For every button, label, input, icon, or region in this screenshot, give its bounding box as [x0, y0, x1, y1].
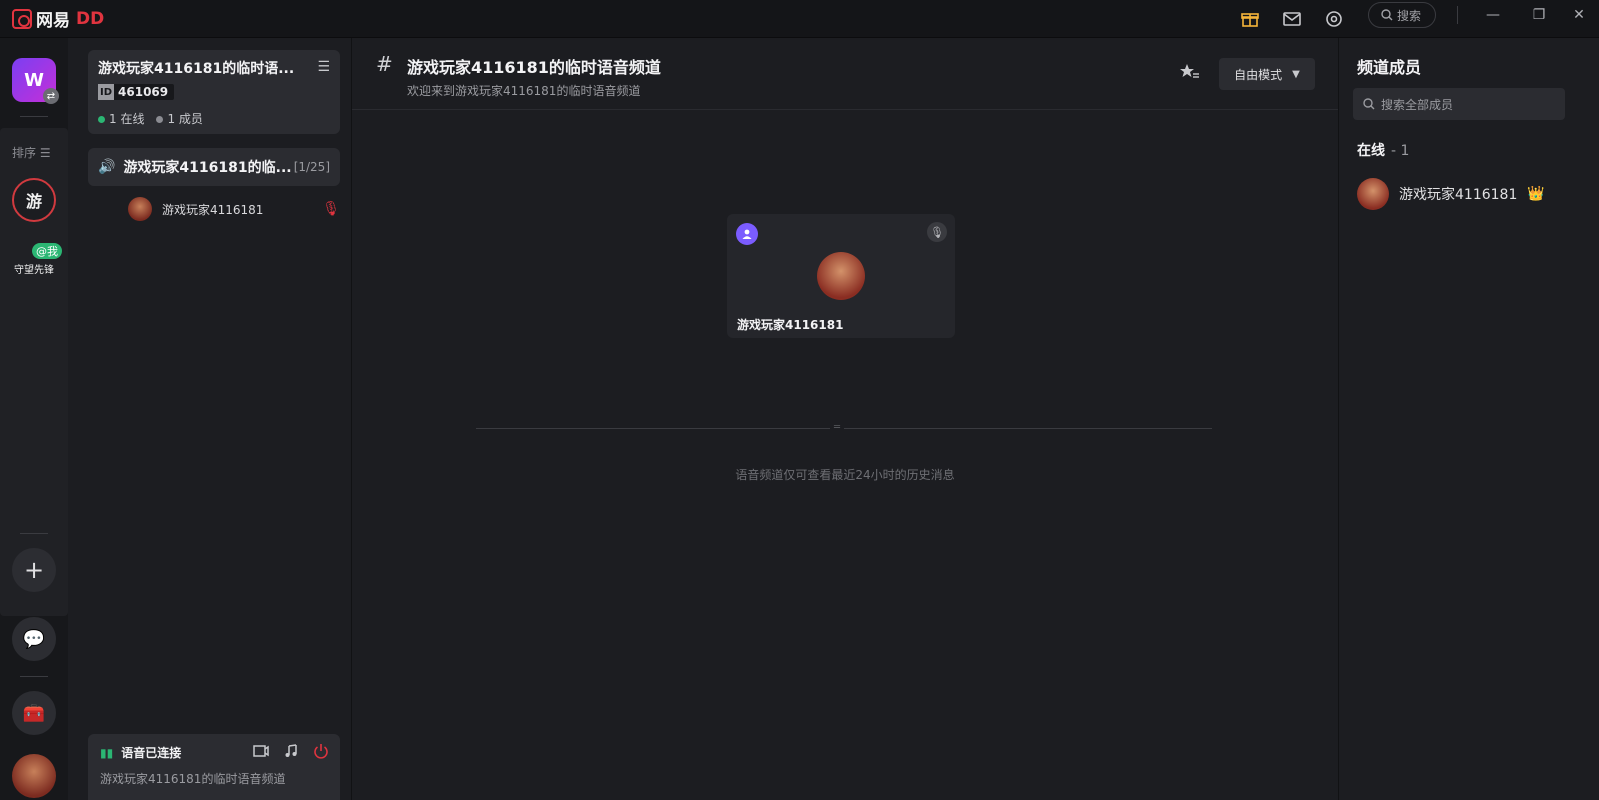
menu-icon[interactable]: ☰: [317, 59, 330, 75]
voice-user-name: 游戏玩家4116181: [162, 202, 264, 217]
member-panel: 频道成员 搜索全部成员 在线 - 1 游戏玩家4116181 👑: [1338, 38, 1599, 800]
close-button[interactable]: ✕: [1559, 0, 1599, 30]
guild-id: ID 461069: [98, 84, 175, 100]
online-section-header: 在线 - 1: [1357, 140, 1409, 160]
history-note: 语音频道仅可查看最近24小时的历史消息: [735, 468, 955, 482]
server-you[interactable]: 游: [12, 178, 56, 222]
voice-user-card[interactable]: 🎙 游戏玩家4116181: [727, 214, 955, 338]
main-content: # 游戏玩家4116181的临时语音频道 欢迎来到游戏玩家4116181的临时语…: [352, 38, 1338, 800]
member-stat: 1 成员: [156, 110, 203, 127]
gift-icon[interactable]: [1238, 7, 1262, 31]
app-brand: 网易 DD: [12, 6, 104, 31]
member-list-item[interactable]: 游戏玩家4116181 👑: [1357, 178, 1545, 210]
voice-channel-count: [1/25]: [293, 160, 330, 174]
speaker-icon: 🔊: [98, 159, 116, 175]
search-label: 搜索: [1397, 8, 1422, 23]
switch-icon[interactable]: ⇄: [43, 88, 59, 104]
member-panel-title: 频道成员: [1357, 58, 1422, 77]
user-avatar[interactable]: [12, 754, 56, 798]
overwatch-caption: 守望先锋: [14, 264, 54, 276]
guild-header[interactable]: 游戏玩家4116181的临时语... ☰ ID 461069 1 在线 1 成员: [88, 50, 340, 134]
guild-id-value: 461069: [118, 85, 169, 99]
search-icon: [1381, 9, 1393, 21]
mode-select[interactable]: 自由模式 ▼: [1219, 58, 1315, 90]
sort-label: 排序: [12, 146, 37, 160]
rail-divider: [20, 533, 48, 534]
crown-icon: 👑: [1527, 186, 1545, 202]
voice-status-channel: 游戏玩家4116181的临时语音频道: [100, 772, 286, 786]
member-search-input[interactable]: 搜索全部成员: [1353, 88, 1565, 120]
mic-muted-icon[interactable]: 🎙: [927, 222, 947, 242]
settings-icon[interactable]: [1322, 7, 1346, 31]
sort-button[interactable]: 排序 ☰: [12, 144, 51, 161]
page-subtitle: 欢迎来到游戏玩家4116181的临时语音频道: [407, 84, 641, 98]
card-user-name: 游戏玩家4116181: [737, 318, 844, 332]
avatar: [817, 252, 865, 300]
disconnect-icon[interactable]: [312, 742, 330, 760]
caret-down-icon: ▼: [1292, 68, 1300, 80]
user-role-icon: [736, 223, 758, 245]
server-rail: W ⇄ 排序 ☰ 游 守望先锋 @我 + 💬 🧰: [0, 38, 68, 800]
online-dot-icon: [98, 116, 105, 123]
guild-stats: 1 在线 1 成员: [98, 110, 203, 127]
member-search-placeholder: 搜索全部成员: [1381, 97, 1454, 112]
avatar: [1357, 178, 1389, 210]
member-dot-icon: [156, 116, 164, 123]
member-name: 游戏玩家4116181: [1399, 187, 1518, 203]
brand-name: 网易: [36, 11, 70, 31]
add-server-button[interactable]: +: [12, 548, 56, 592]
online-stat-text: 1 在线: [109, 112, 145, 126]
mail-icon[interactable]: [1280, 7, 1304, 31]
netease-logo-icon: [12, 8, 32, 29]
divider-mark-icon: ═: [830, 422, 844, 434]
voice-channel-user[interactable]: 游戏玩家4116181 🎙: [128, 196, 340, 222]
restore-button[interactable]: ❐: [1519, 0, 1559, 30]
mode-select-label: 自由模式: [1234, 67, 1283, 82]
minimize-button[interactable]: —: [1473, 0, 1513, 30]
screen-share-icon[interactable]: [252, 742, 270, 760]
voice-status-panel: ▮▮ 语音已连接 游戏玩家4116181的临时语音频道: [88, 734, 340, 800]
title-bar: 网易 DD 搜索 — ❐ ✕: [0, 0, 1599, 38]
voice-channel-name: 游戏玩家4116181的临...: [123, 160, 292, 176]
online-stat: 1 在线: [98, 110, 144, 127]
history-divider: [476, 428, 1212, 429]
page-title: 游戏玩家4116181的临时语音频道: [407, 58, 661, 77]
online-count: - 1: [1391, 143, 1410, 159]
online-label: 在线: [1357, 143, 1385, 159]
mention-badge: @我: [32, 243, 62, 259]
favorite-star-icon[interactable]: [1178, 60, 1202, 84]
titlebar-divider: [1457, 6, 1458, 24]
voice-status-title: ▮▮ 语音已连接: [100, 744, 181, 761]
member-stat-text: 1 成员: [167, 112, 203, 126]
rail-divider: [20, 676, 48, 677]
id-tag: ID: [98, 84, 115, 100]
voice-connected-label: 语音已连接: [121, 746, 182, 760]
mic-icon: 🎙: [322, 201, 340, 217]
global-search-button[interactable]: 搜索: [1368, 2, 1436, 28]
direct-messages-icon[interactable]: 💬: [12, 617, 56, 661]
search-icon: [1363, 98, 1375, 110]
rail-divider: [20, 116, 48, 117]
avatar: [128, 197, 152, 221]
guild-name: 游戏玩家4116181的临时语...: [98, 61, 295, 77]
channel-sidebar: 游戏玩家4116181的临时语... ☰ ID 461069 1 在线 1 成员…: [76, 38, 352, 800]
brand-accent: DD: [76, 8, 105, 29]
toolbox-icon[interactable]: 🧰: [12, 691, 56, 735]
hash-icon: #: [376, 52, 393, 76]
channel-header: # 游戏玩家4116181的临时语音频道 欢迎来到游戏玩家4116181的临时语…: [352, 38, 1338, 110]
signal-icon: ▮▮: [100, 745, 114, 760]
voice-channel-item[interactable]: 🔊 游戏玩家4116181的临... [1/25]: [88, 148, 340, 186]
music-icon[interactable]: [282, 742, 300, 760]
voice-actions: [252, 742, 330, 760]
